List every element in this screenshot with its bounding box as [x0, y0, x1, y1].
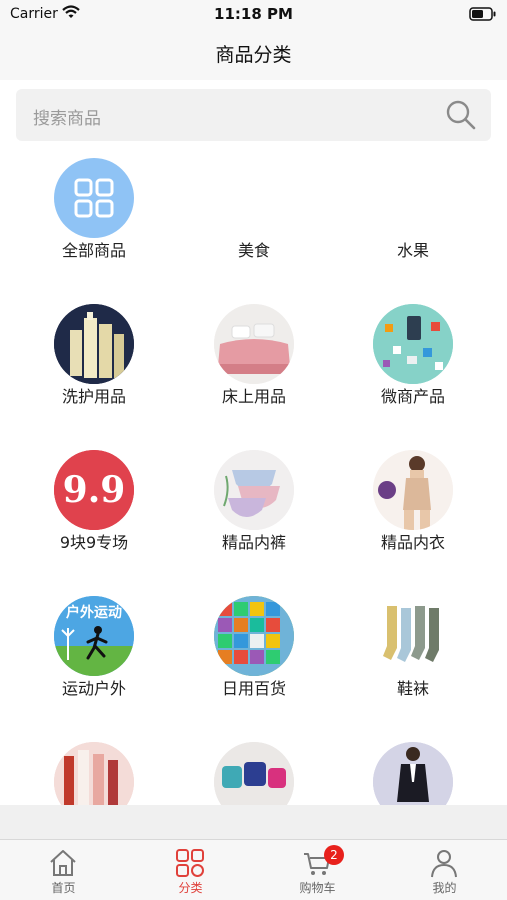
category-underwear[interactable]: 精品内裤 — [174, 442, 334, 572]
tab-profile[interactable]: 我的 — [381, 840, 507, 900]
luggage-image — [214, 742, 294, 805]
category-toiletries[interactable]: 洗护用品 — [14, 296, 174, 426]
category-label: 水果 — [396, 241, 429, 260]
tab-category[interactable]: 分类 — [127, 840, 254, 900]
category-label: 微商产品 — [380, 387, 445, 406]
category-icon — [176, 849, 204, 877]
category-label: 床上用品 — [221, 387, 286, 406]
tab-bar: 首页 分类 2 购物车 我的 — [0, 839, 507, 900]
category-label: 美食 — [237, 241, 270, 260]
tab-home[interactable]: 首页 — [0, 840, 127, 900]
category-menswear[interactable] — [333, 734, 493, 805]
tab-label: 我的 — [432, 881, 457, 895]
bedding-image — [214, 304, 294, 384]
underwear-image — [214, 450, 294, 530]
category-micro-shop[interactable]: 微商产品 — [333, 296, 493, 426]
micro-shop-image — [373, 304, 453, 384]
category-grid: 全部商品 美食 水果 洗护用品 床上用品 微商产品 9.9 9块9专场 精品内裤… — [0, 150, 507, 805]
tab-label: 购物车 — [299, 881, 336, 895]
category-luggage[interactable] — [174, 734, 334, 805]
category-outdoor[interactable]: 户外运动 运动户外 — [14, 588, 174, 718]
category-label: 全部商品 — [61, 241, 126, 260]
content-footer-strip — [0, 805, 507, 839]
page-title: 商品分类 — [215, 44, 292, 66]
category-label: 洗护用品 — [61, 387, 126, 406]
category-food[interactable]: 美食 — [174, 150, 334, 280]
category-label: 精品内裤 — [221, 533, 286, 552]
category-bedding[interactable]: 床上用品 — [174, 296, 334, 426]
menswear-image — [373, 742, 453, 805]
lingerie-image — [373, 450, 453, 530]
category-label: 精品内衣 — [380, 533, 445, 552]
cosmetics-image — [54, 742, 134, 805]
home-icon — [50, 850, 76, 876]
clock: 11:18 PM — [214, 5, 293, 23]
category-label: 运动户外 — [61, 679, 126, 698]
category-fruit[interactable]: 水果 — [333, 150, 493, 280]
app-screen: Carrier 11:18 PM 商品分类 搜索商品 全部商品 美食 水果 洗护… — [0, 0, 507, 900]
category-label: 鞋袜 — [396, 679, 429, 698]
profile-icon — [431, 850, 457, 878]
category-all[interactable]: 全部商品 — [14, 150, 174, 280]
grid-icon — [54, 158, 134, 238]
status-bar: Carrier 11:18 PM — [0, 0, 507, 30]
search-placeholder: 搜索商品 — [33, 109, 101, 129]
nine-nine-image: 9.9 — [54, 450, 134, 530]
svg-text:9.9: 9.9 — [63, 469, 126, 511]
tab-cart[interactable]: 2 购物车 — [254, 840, 381, 900]
battery-icon — [469, 7, 496, 21]
nav-bar: 商品分类 — [0, 30, 507, 80]
category-label: 9块9专场 — [59, 533, 129, 552]
outdoor-image: 户外运动 — [54, 596, 134, 676]
bottles-image — [54, 304, 134, 384]
socks-image — [373, 596, 453, 676]
tab-label: 首页 — [51, 881, 76, 895]
search-icon[interactable] — [445, 99, 477, 131]
category-daily-goods[interactable]: 日用百货 — [174, 588, 334, 718]
svg-text:户外运动: 户外运动 — [66, 604, 122, 620]
search-input[interactable]: 搜索商品 — [16, 89, 491, 141]
category-label: 日用百货 — [221, 679, 286, 698]
daily-goods-image — [214, 596, 294, 676]
category-cosmetics[interactable] — [14, 734, 174, 805]
category-lingerie[interactable]: 精品内衣 — [333, 442, 493, 572]
category-nine-nine[interactable]: 9.9 9块9专场 — [14, 442, 174, 572]
cart-badge: 2 — [324, 845, 344, 865]
tab-label: 分类 — [178, 881, 203, 895]
category-shoes-socks[interactable]: 鞋袜 — [333, 588, 493, 718]
